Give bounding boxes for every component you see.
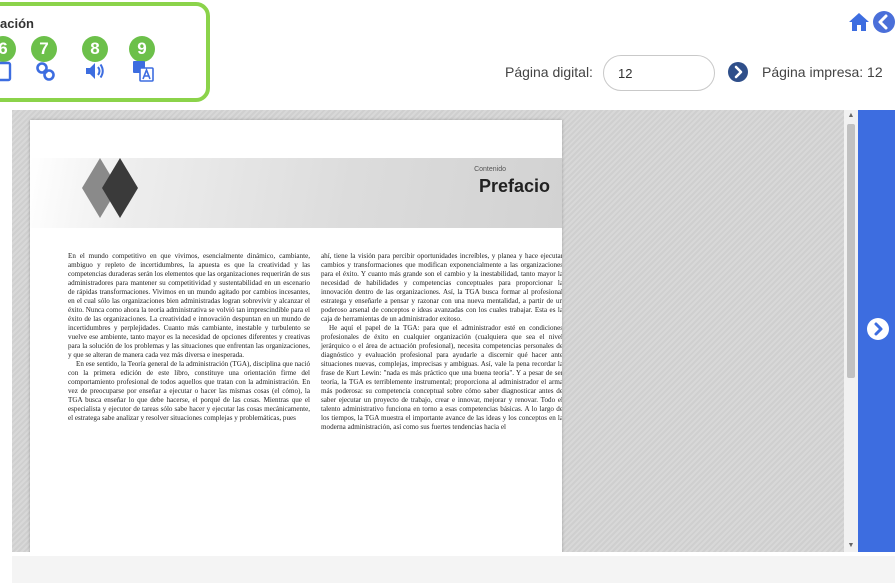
speaker-icon[interactable]	[84, 60, 106, 82]
paragraph: He aquí el papel de la TGA: para que el …	[321, 324, 562, 431]
vertical-scrollbar[interactable]: ▲ ▼	[844, 110, 858, 552]
document-page: Contenido Prefacio En el mundo competiti…	[30, 120, 562, 552]
badge-9: 9	[129, 36, 155, 62]
scroll-down-icon[interactable]: ▼	[847, 542, 855, 550]
translate-icon[interactable]	[132, 60, 154, 82]
chevron-right-icon	[874, 322, 883, 336]
digital-page-label: Página digital:	[505, 64, 593, 80]
paragraph: En el mundo competitivo en que vivimos, …	[68, 252, 310, 359]
page-icon[interactable]	[0, 60, 16, 82]
home-icon[interactable]	[848, 12, 870, 32]
link-icon[interactable]	[35, 60, 57, 82]
toolbar-title: ación	[0, 16, 34, 31]
arrow-right-icon	[734, 65, 743, 79]
paragraph: ahí, tiene la visión para percibir oport…	[321, 252, 562, 323]
next-page-button[interactable]	[858, 110, 895, 552]
document-viewer[interactable]: Contenido Prefacio En el mundo competiti…	[12, 110, 858, 552]
text-column-left: En el mundo competitivo en que vivimos, …	[68, 252, 310, 423]
digital-page-input[interactable]	[603, 55, 715, 91]
paragraph: En ese sentido, la Teoría general de la …	[68, 360, 310, 422]
scroll-thumb[interactable]	[847, 124, 855, 378]
reader-screen: ación 6 7 8 9 Página digital: Página imp…	[0, 0, 895, 583]
text-column-right: ahí, tiene la visión para percibir oport…	[321, 252, 562, 432]
go-page-button[interactable]	[728, 62, 748, 82]
back-button[interactable]	[873, 11, 895, 33]
scroll-up-icon[interactable]: ▲	[847, 112, 855, 120]
next-circle	[867, 318, 889, 340]
diamond-logo-icon	[82, 158, 138, 218]
page-title: Prefacio	[478, 176, 550, 196]
page-kicker: Contenido	[474, 166, 506, 173]
printed-page-label: Página impresa: 12	[762, 64, 883, 80]
badge-8: 8	[82, 36, 108, 62]
arrow-left-icon	[878, 14, 888, 30]
badge-7: 7	[31, 36, 57, 62]
footer-bar	[12, 556, 895, 583]
